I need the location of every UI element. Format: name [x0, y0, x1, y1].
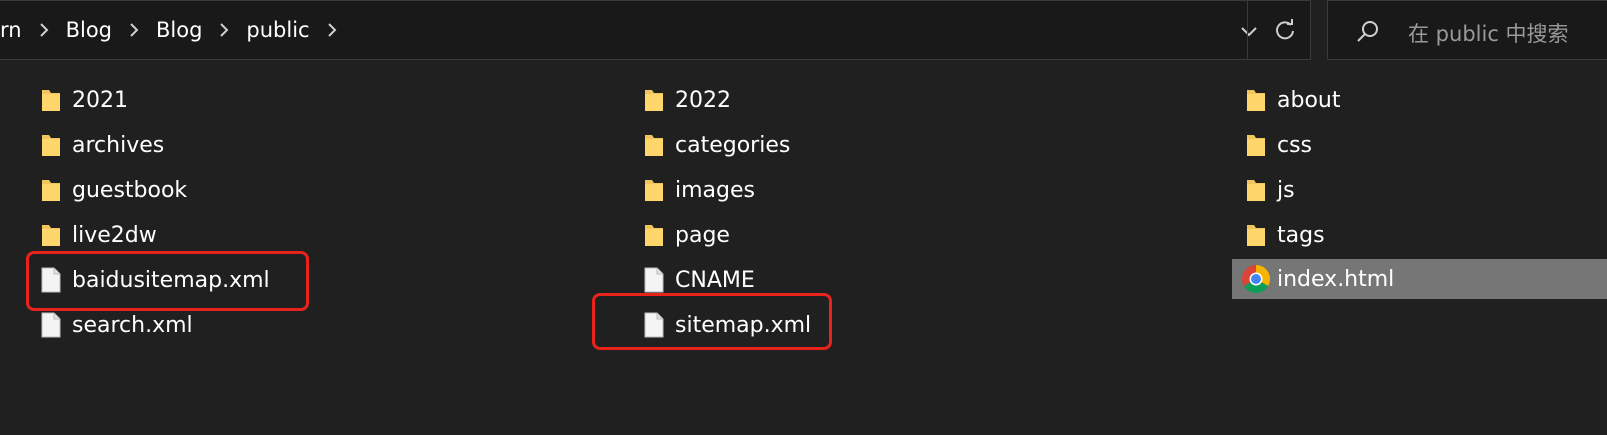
folder-item[interactable]: 2022 [639, 80, 731, 120]
item-label: images [675, 177, 755, 203]
folder-icon [1241, 175, 1271, 205]
folder-icon [1241, 85, 1271, 115]
folder-item[interactable]: live2dw [36, 215, 157, 255]
refresh-icon[interactable] [1270, 15, 1300, 45]
folder-item[interactable]: categories [639, 125, 790, 165]
item-label: about [1277, 87, 1341, 113]
chevron-right-icon[interactable] [32, 18, 56, 42]
folder-icon [1241, 130, 1271, 160]
folder-item[interactable]: 2021 [36, 80, 128, 120]
folder-icon [639, 130, 669, 160]
folder-icon [36, 130, 66, 160]
folder-icon [36, 175, 66, 205]
folder-item[interactable]: archives [36, 125, 164, 165]
folder-icon [36, 220, 66, 250]
folder-item[interactable]: tags [1241, 215, 1325, 255]
file-item[interactable]: sitemap.xml [639, 305, 811, 345]
search-icon [1354, 18, 1382, 46]
file-icon [36, 265, 66, 295]
item-label: guestbook [72, 177, 188, 203]
item-label: archives [72, 132, 165, 158]
breadcrumb-item-blog-2[interactable]: Blog [152, 18, 206, 42]
folder-item[interactable]: images [639, 170, 755, 210]
item-label: js [1277, 177, 1295, 203]
address-divider [1247, 1, 1248, 59]
folder-icon [639, 220, 669, 250]
chrome-icon [1241, 264, 1271, 294]
breadcrumb-item-blog[interactable]: Blog [62, 18, 116, 42]
chevron-down-icon[interactable] [1236, 18, 1262, 44]
item-label: search.xml [72, 312, 193, 338]
item-label: live2dw [72, 222, 157, 248]
item-label: sitemap.xml [675, 312, 812, 338]
folder-icon [639, 175, 669, 205]
item-label: 2021 [72, 87, 128, 113]
file-explorer-window: rn Blog Blog public 在 public 中搜索 2021 ar… [0, 0, 1607, 435]
folder-icon [639, 85, 669, 115]
chevron-right-icon[interactable] [320, 18, 344, 42]
folder-item[interactable]: about [1241, 80, 1340, 120]
item-label: css [1277, 132, 1313, 158]
folder-item[interactable]: guestbook [36, 170, 187, 210]
file-icon [36, 310, 66, 340]
item-label: CNAME [675, 267, 755, 293]
folder-item[interactable]: js [1241, 170, 1295, 210]
chevron-right-icon[interactable] [212, 18, 236, 42]
item-label: baidusitemap.xml [72, 267, 270, 293]
file-item-selected[interactable]: index.html [1232, 259, 1607, 299]
item-label: page [675, 222, 730, 248]
item-label: tags [1277, 222, 1325, 248]
breadcrumb-item-public[interactable]: public [242, 18, 313, 42]
file-item[interactable]: search.xml [36, 305, 193, 345]
folder-icon [36, 85, 66, 115]
address-bar[interactable]: rn Blog Blog public [0, 0, 1311, 60]
search-input[interactable]: 在 public 中搜索 [1327, 0, 1607, 60]
folder-item[interactable]: page [639, 215, 730, 255]
file-item[interactable]: CNAME [639, 260, 755, 300]
folder-icon [1241, 220, 1271, 250]
item-label: index.html [1277, 266, 1395, 292]
folder-item[interactable]: css [1241, 125, 1312, 165]
item-label: 2022 [675, 87, 731, 113]
file-icon [639, 310, 669, 340]
file-item[interactable]: baidusitemap.xml [36, 260, 270, 300]
file-icon [639, 265, 669, 295]
breadcrumb: rn Blog Blog public [0, 1, 350, 59]
item-label: categories [675, 132, 791, 158]
chevron-right-icon[interactable] [122, 18, 146, 42]
search-placeholder: 在 public 中搜索 [1408, 22, 1569, 46]
breadcrumb-item-rn[interactable]: rn [0, 18, 26, 42]
